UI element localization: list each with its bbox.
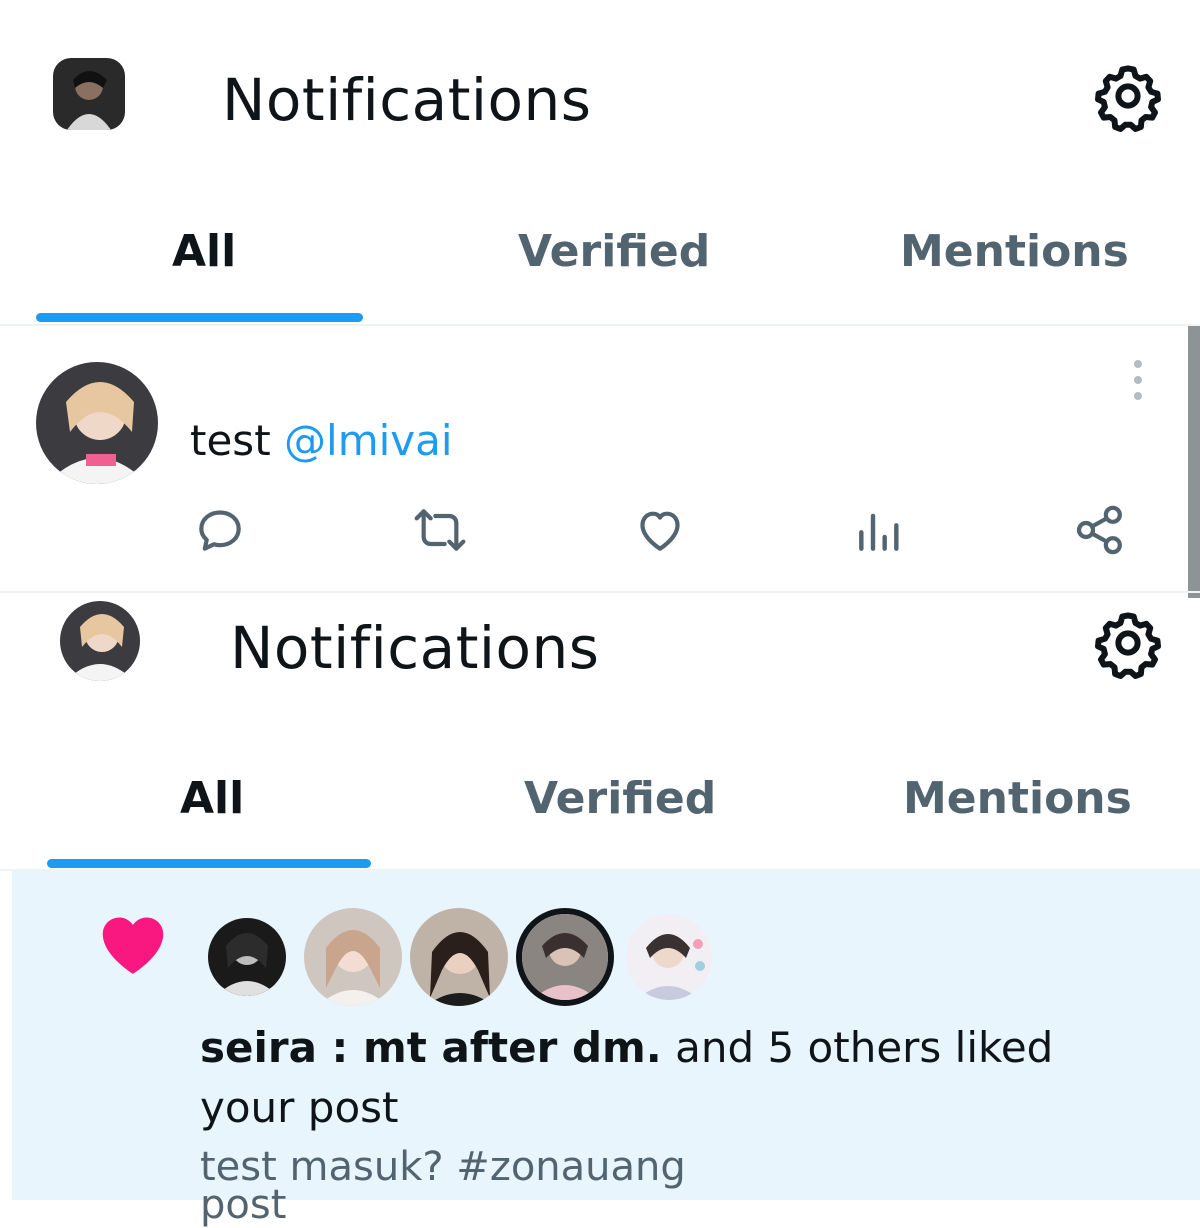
tab-mentions[interactable]: Mentions: [900, 226, 1129, 277]
liker-avatar[interactable]: [516, 908, 614, 1006]
profile-avatar[interactable]: [53, 58, 125, 130]
liker-avatar[interactable]: [304, 908, 402, 1006]
tweet-author-avatar[interactable]: [36, 362, 158, 484]
tab-all[interactable]: All: [172, 226, 236, 277]
active-tab-indicator: [47, 859, 371, 868]
settings-gear-icon[interactable]: [1092, 607, 1164, 679]
like-icon[interactable]: [632, 502, 688, 558]
page-title: Notifications: [222, 66, 592, 134]
tab-verified[interactable]: Verified: [524, 773, 716, 824]
tweet-text: test @lmivai: [190, 416, 453, 465]
tab-mentions[interactable]: Mentions: [903, 773, 1132, 824]
retweet-icon[interactable]: [412, 502, 468, 558]
share-icon[interactable]: [1072, 502, 1128, 558]
tabs-divider: [0, 324, 1200, 326]
liker-avatar[interactable]: [626, 914, 712, 1000]
tab-verified[interactable]: Verified: [518, 226, 710, 277]
tweet-body: test: [190, 416, 271, 465]
reply-icon[interactable]: [192, 502, 248, 558]
views-icon[interactable]: [852, 502, 908, 558]
liker-avatar[interactable]: [410, 908, 508, 1006]
mention-link[interactable]: @lmivai: [284, 416, 453, 465]
more-options-icon[interactable]: [1126, 356, 1150, 404]
liker-avatar[interactable]: [208, 918, 286, 996]
post-preview-cut: post: [200, 1182, 287, 1228]
scrollbar[interactable]: [1188, 326, 1200, 598]
notification-text: seira : mt after dm. and 5 others liked …: [200, 1018, 1140, 1138]
page-title: Notifications: [230, 614, 600, 682]
liker-names[interactable]: seira : mt after dm.: [200, 1023, 662, 1072]
settings-gear-icon[interactable]: [1092, 60, 1164, 132]
profile-avatar[interactable]: [60, 601, 140, 681]
tab-all[interactable]: All: [180, 773, 244, 824]
active-tab-indicator: [36, 313, 363, 322]
screen-divider: [0, 591, 1200, 593]
heart-icon: [100, 914, 166, 976]
